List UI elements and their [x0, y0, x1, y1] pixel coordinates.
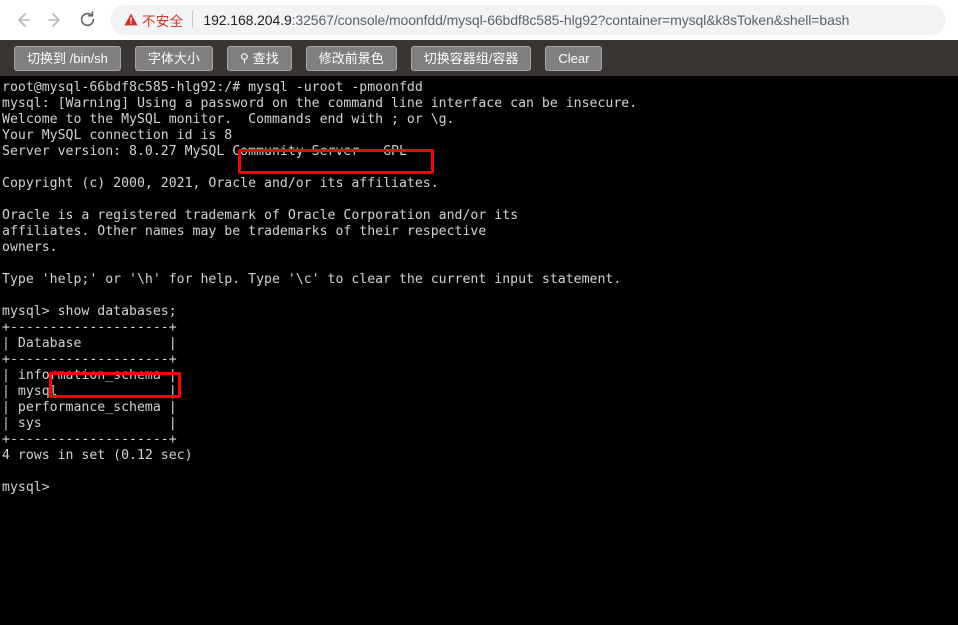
switch-container-label: 切换容器组/容器: [423, 50, 519, 66]
forward-button[interactable]: [40, 5, 70, 35]
font-size-button[interactable]: 字体大小: [134, 45, 213, 71]
find-button[interactable]: ⚲ 查找: [226, 45, 292, 71]
address-bar[interactable]: 不安全 192.168.204.9:32567/console/moonfdd/…: [110, 4, 946, 35]
browser-toolbar: 不安全 192.168.204.9:32567/console/moonfdd/…: [0, 0, 958, 40]
terminal-toolbar: 切换到 /bin/sh 字体大小 ⚲ 查找 修改前景色 切换容器组/容器 Clea…: [0, 40, 958, 76]
switch-shell-button[interactable]: 切换到 /bin/sh: [14, 45, 121, 71]
search-icon: ⚲: [239, 51, 249, 65]
switch-shell-label: 切换到 /bin/sh: [27, 50, 108, 66]
omnibox-divider: [192, 11, 194, 28]
switch-container-button[interactable]: 切换容器组/容器: [410, 45, 532, 71]
arrow-left-icon: [18, 12, 30, 27]
not-secure-label: 不安全: [142, 13, 184, 29]
clear-button[interactable]: Clear: [545, 45, 603, 71]
warning-triangle-icon: [124, 13, 138, 26]
terminal-output: root@mysql-66bdf8c585-hlg92:/# mysql -ur…: [2, 80, 638, 495]
font-size-label: 字体大小: [147, 50, 200, 66]
url-display[interactable]: 192.168.204.9:32567/console/moonfdd/mysq…: [203, 12, 849, 28]
security-status[interactable]: 不安全: [124, 10, 183, 30]
arrow-right-icon: [48, 12, 60, 27]
find-label: 查找: [252, 50, 279, 66]
back-button[interactable]: [8, 5, 38, 35]
url-path: :32567/console/moonfdd/mysql-66bdf8c585-…: [291, 11, 850, 28]
foreground-color-label: 修改前景色: [318, 50, 384, 66]
reload-button[interactable]: [72, 5, 102, 35]
terminal-screen[interactable]: root@mysql-66bdf8c585-hlg92:/# mysql -ur…: [0, 76, 958, 625]
reload-icon: [80, 11, 94, 27]
clear-label: Clear: [558, 50, 590, 66]
foreground-color-button[interactable]: 修改前景色: [305, 45, 397, 71]
url-host: 192.168.204.9: [203, 11, 292, 28]
